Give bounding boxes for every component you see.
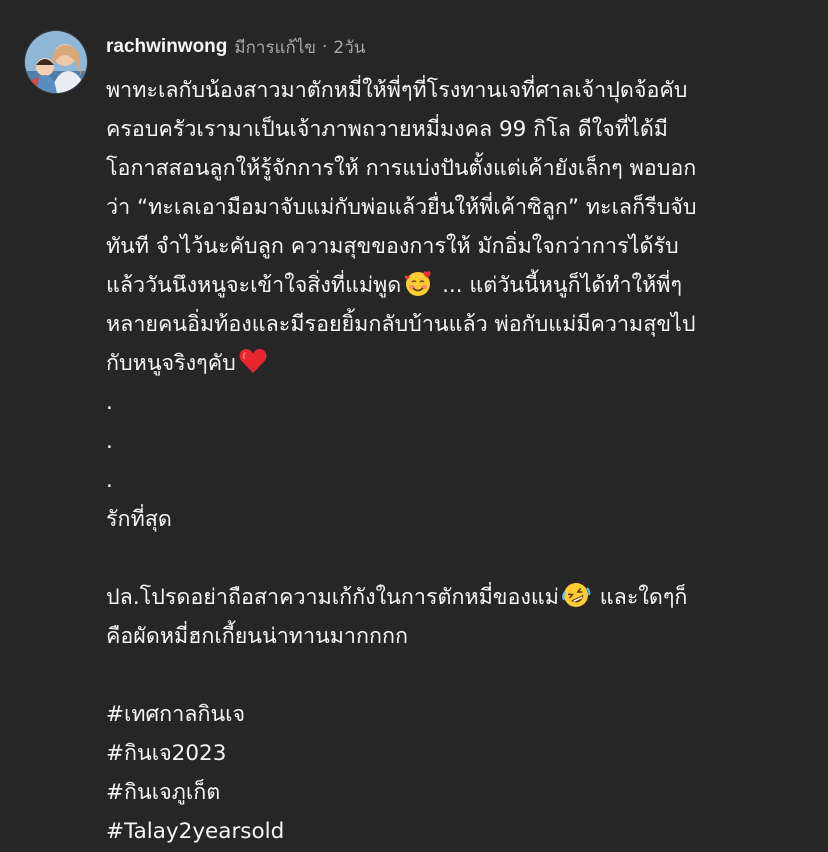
comment-caption: พาทะเลกับน้องสาวมาตักหมี่ให้พี่ๆที่โรงทา… [106, 71, 806, 851]
hashtag-row: #กินเจภูเก็ต [106, 773, 806, 812]
caption-line-8: กับหนูจริงๆคับ [106, 344, 806, 383]
hashtag-link[interactable]: #กินเจภูเก็ต [106, 773, 806, 812]
caption-text: แล้ววันนึงหนูจะเข้าใจสิ่งที่แม่พูด [106, 273, 402, 298]
caption-text: และใดๆก็ [592, 585, 688, 610]
meta-separator: · [322, 37, 328, 57]
caption-line: รักที่สุด [106, 507, 172, 532]
caption-line: หลายคนอิ่มท้องและมีรอยยิ้มกลับบ้านแล้ว พ… [106, 312, 696, 337]
caption-line: คือผัดหมี่ฮกเกี้ยนน่าทานมากกกก [106, 624, 409, 649]
hashtag-link[interactable]: #Talay2yearsold [106, 812, 806, 851]
timestamp[interactable]: 2วัน [333, 34, 365, 61]
comment-post: rachwinwong มีการแก้ไข · 2วัน พาทะเลกับน… [0, 0, 828, 852]
comment-header: rachwinwong มีการแก้ไข · 2วัน [106, 34, 365, 60]
hashtag-link[interactable]: #กินเจ2023 [106, 734, 806, 773]
caption-ps-line-1: ปล.โปรดอย่าถือสาความเก้กังในการตักหมี่ขอ… [106, 578, 806, 617]
caption-line: โอกาสสอนลูกให้รู้จักการให้ การแบ่งปันตั้… [106, 156, 697, 181]
caption-text: ปล.โปรดอย่าถือสาความเก้กังในการตักหมี่ขอ… [106, 585, 559, 610]
avatar[interactable] [24, 30, 88, 94]
caption-text: ... แต่วันนี้หนูก็ได้ทำให้พี่ๆ [435, 273, 683, 298]
caption-line: พาทะเลกับน้องสาวมาตักหมี่ให้พี่ๆที่โรงทา… [106, 78, 688, 103]
caption-text: กับหนูจริงๆคับ [106, 351, 236, 376]
caption-line-6: แล้ววันนึงหนูจะเข้าใจสิ่งที่แม่พูด ... แ… [106, 266, 806, 305]
caption-line: ว่า “ทะเลเอามือมาจับแม่กับพ่อแล้วยื่นให้… [106, 195, 697, 220]
caption-line: ทันที จำไว้นะคับลูก ความสุขของการให้ มัก… [106, 234, 679, 259]
rolling-on-floor-laughing-emoji-icon [561, 580, 591, 610]
username-link[interactable]: rachwinwong [106, 36, 227, 58]
profile-photo-icon [25, 31, 87, 93]
hashtag-link[interactable]: #เทศกาลกินเจ [106, 695, 806, 734]
hashtag-row: #กินเจ2023 [106, 734, 806, 773]
red-heart-emoji-icon [238, 346, 268, 376]
smiling-face-with-hearts-emoji-icon [403, 268, 433, 298]
hashtag-row: #เทศกาลกินเจ [106, 695, 806, 734]
edited-label: มีการแก้ไข [234, 37, 317, 58]
caption-dot: . [106, 429, 113, 454]
caption-dot: . [106, 390, 113, 415]
caption-dot: . [106, 468, 113, 493]
caption-line: ครอบครัวเรามาเป็นเจ้าภาพถวายหมี่มงคล 99 … [106, 117, 668, 142]
hashtag-row: #Talay2yearsold [106, 812, 806, 851]
